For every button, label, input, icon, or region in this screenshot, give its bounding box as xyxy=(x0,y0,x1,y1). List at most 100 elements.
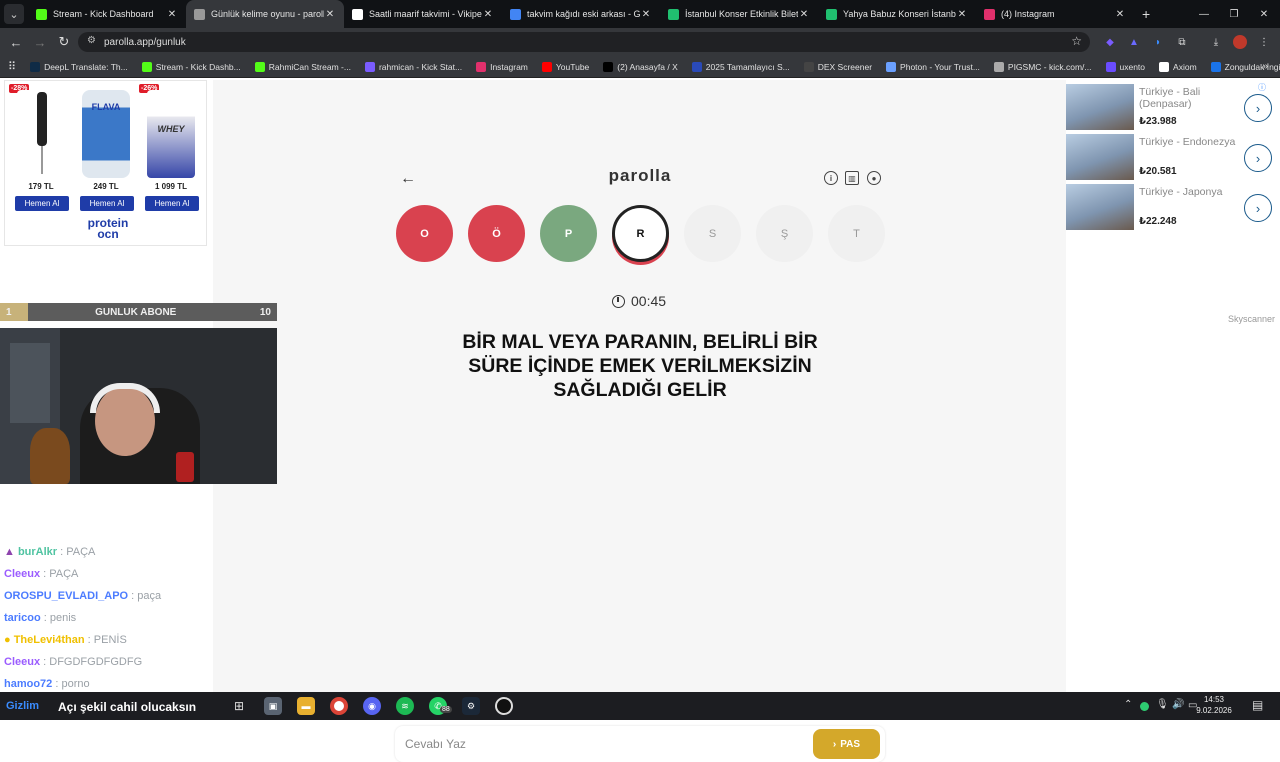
product-card[interactable]: -26% WHEY 1 099 TL Hemen Al xyxy=(139,84,203,214)
chat-username[interactable]: hamoo72 xyxy=(4,678,52,690)
chat-username[interactable]: burAlkr xyxy=(18,546,57,558)
product-card[interactable]: -28% 179 TL Hemen Al xyxy=(9,84,73,214)
parolla-logo[interactable]: parolla xyxy=(590,166,690,186)
site-info-icon[interactable]: ⚙ xyxy=(87,35,96,46)
bookmark-item[interactable]: Axiom xyxy=(1159,61,1197,72)
bookmark-label: PIGSMC - kick.com/... xyxy=(1007,61,1092,72)
chat-username[interactable]: Cleeux xyxy=(4,656,40,668)
more-bookmarks-icon[interactable]: » xyxy=(1262,61,1268,72)
chat-username[interactable]: OROSPU_EVLADI_APO xyxy=(4,590,128,602)
microphone-icon[interactable]: 🎙 xyxy=(1156,699,1169,710)
extension-icon[interactable]: ▲ xyxy=(1126,34,1142,50)
file-explorer-icon[interactable]: ▬ xyxy=(297,697,315,715)
back-icon[interactable]: ← xyxy=(4,30,28,54)
tray-status-icon[interactable] xyxy=(1140,702,1149,711)
new-tab-icon[interactable]: + xyxy=(1142,6,1150,22)
close-tab-icon[interactable]: ✕ xyxy=(640,9,652,20)
protein-ocean-logo[interactable]: protein ocn xyxy=(78,217,138,240)
overlay-chat-text: Açı şekil cahil olucaksın xyxy=(58,700,197,714)
extension-icon[interactable]: ◆ xyxy=(1102,34,1118,50)
answer-input[interactable] xyxy=(405,734,795,754)
chat-username[interactable]: TheLevi4than xyxy=(14,634,85,646)
chat-separator: : xyxy=(40,568,50,580)
close-tab-icon[interactable]: ✕ xyxy=(324,9,336,20)
chat-separator: : xyxy=(40,656,50,668)
product-card[interactable]: FLAVA 249 TL Hemen Al xyxy=(74,84,138,214)
flight-price: ₺22.248 xyxy=(1139,216,1177,227)
bookmark-item[interactable]: (2) Anasayfa / X xyxy=(603,61,678,72)
tab-4[interactable]: İstanbul Konser Etkinlik Biletleri✕ xyxy=(660,0,818,28)
extensions-puzzle-icon[interactable]: ⧉ xyxy=(1174,34,1190,50)
address-bar[interactable]: ⚙ parolla.app/gunluk ☆ xyxy=(78,32,1090,52)
tab-3[interactable]: takvim kağıdı eski arkası - Goo ✕ xyxy=(502,0,660,28)
notifications-icon[interactable]: ▤ xyxy=(1252,698,1263,712)
flight-offer[interactable]: Türkiye - Japonya ₺22.248 › xyxy=(1066,184,1276,230)
bookmark-item[interactable]: YouTube xyxy=(541,61,589,72)
forward-icon[interactable]: → xyxy=(28,30,52,54)
pass-button[interactable]: › PAS xyxy=(813,729,880,759)
bookmark-item[interactable]: 2025 Tamamlayıcı S... xyxy=(691,61,790,72)
minimize-icon[interactable]: — xyxy=(1188,0,1220,28)
system-clock[interactable]: 14:53 9.02.2026 xyxy=(1196,694,1232,716)
bookmark-item[interactable]: uxento xyxy=(1105,61,1145,72)
ad-info-icon[interactable]: ⓘ xyxy=(1258,82,1266,93)
chevron-right-icon[interactable]: › xyxy=(1244,94,1272,122)
close-tab-icon[interactable]: ✕ xyxy=(956,9,968,20)
bookmark-item[interactable]: Stream - Kick Dashb... xyxy=(141,61,241,72)
info-icon[interactable]: i xyxy=(824,171,838,185)
tray-chevron-icon[interactable]: ⌃ xyxy=(1124,699,1132,710)
tab-0[interactable]: Stream - Kick Dashboard ✕ xyxy=(28,0,186,28)
close-tab-icon[interactable]: ✕ xyxy=(482,9,494,20)
spotify-icon[interactable]: ≋ xyxy=(396,697,414,715)
restore-icon[interactable]: ❐ xyxy=(1218,0,1250,28)
profile-avatar[interactable] xyxy=(1233,35,1247,49)
back-arrow-icon[interactable]: ← xyxy=(400,170,416,188)
close-window-icon[interactable]: ✕ xyxy=(1248,0,1280,28)
stats-icon[interactable]: ▥ xyxy=(845,171,859,185)
app-icon[interactable]: ▣ xyxy=(264,697,282,715)
user-icon[interactable]: ● xyxy=(867,171,881,185)
close-tab-icon[interactable]: ✕ xyxy=(798,9,810,20)
tab-2[interactable]: Saatli maarif takvimi - Vikipedi ✕ xyxy=(344,0,502,28)
chevron-right-icon[interactable]: › xyxy=(1244,144,1272,172)
buy-now-button[interactable]: Hemen Al xyxy=(145,196,199,211)
flight-offer[interactable]: Türkiye - Endonezya ₺20.581 › xyxy=(1066,134,1276,180)
chat-username[interactable]: Cleeux xyxy=(4,568,40,580)
bookmark-item[interactable]: rahmican - Kick Stat... xyxy=(364,61,462,72)
timer: 00:45 xyxy=(612,293,666,309)
obs-icon[interactable] xyxy=(495,697,513,715)
reload-icon[interactable]: ↻ xyxy=(52,30,76,54)
tab-1[interactable]: Günlük kelime oyunu - parolla ✕ xyxy=(186,0,344,28)
bookmark-star-icon[interactable]: ☆ xyxy=(1071,34,1082,48)
download-icon[interactable]: ⤓ xyxy=(1208,34,1224,50)
bookmark-item[interactable]: DeepL Translate: Th... xyxy=(30,61,128,72)
bookmark-item[interactable]: DEX Screener xyxy=(803,61,872,72)
bookmark-item[interactable]: Zonguldak İngilizce... xyxy=(1210,61,1280,72)
bookmark-item[interactable]: Instagram xyxy=(476,61,528,72)
volume-icon[interactable]: 🔊 xyxy=(1172,699,1184,710)
apps-grid-icon[interactable]: ⠿ xyxy=(8,60,16,73)
page-content: -28% 179 TL Hemen Al FLAVA 249 TL Hemen … xyxy=(0,80,1280,762)
chrome-icon[interactable] xyxy=(330,697,348,715)
discord-icon[interactable]: ◉ xyxy=(363,697,381,715)
bookmark-favicon-icon xyxy=(541,61,552,72)
buy-now-button[interactable]: Hemen Al xyxy=(15,196,69,211)
extension-icon[interactable]: ◗ xyxy=(1150,34,1166,50)
chat-username[interactable]: taricoo xyxy=(4,612,41,624)
steam-icon[interactable]: ⚙ xyxy=(462,697,480,715)
buy-now-button[interactable]: Hemen Al xyxy=(80,196,134,211)
bookmark-item[interactable]: RahmiCan Stream -... xyxy=(254,61,351,72)
menu-dots-icon[interactable]: ⋮ xyxy=(1256,34,1272,50)
close-tab-icon[interactable]: ✕ xyxy=(1114,9,1126,20)
tab-6[interactable]: (4) Instagram ✕ xyxy=(976,0,1134,28)
flight-offer[interactable]: Türkiye - Bali (Denpasar) ₺23.988 › xyxy=(1066,84,1276,130)
tab-search-icon[interactable]: ⌄ xyxy=(4,4,24,24)
bookmark-item[interactable]: PIGSMC - kick.com/... xyxy=(993,61,1092,72)
product-label: FLAVA xyxy=(91,102,121,112)
chevron-right-icon[interactable]: › xyxy=(1244,194,1272,222)
bookmark-favicon-icon xyxy=(141,61,152,72)
tab-5[interactable]: Yahya Babuz Konseri İstanbul b✕ xyxy=(818,0,976,28)
task-view-icon[interactable]: ⊞ xyxy=(230,697,248,715)
close-tab-icon[interactable]: ✕ xyxy=(166,9,178,20)
bookmark-item[interactable]: Photon - Your Trust... xyxy=(886,61,980,72)
